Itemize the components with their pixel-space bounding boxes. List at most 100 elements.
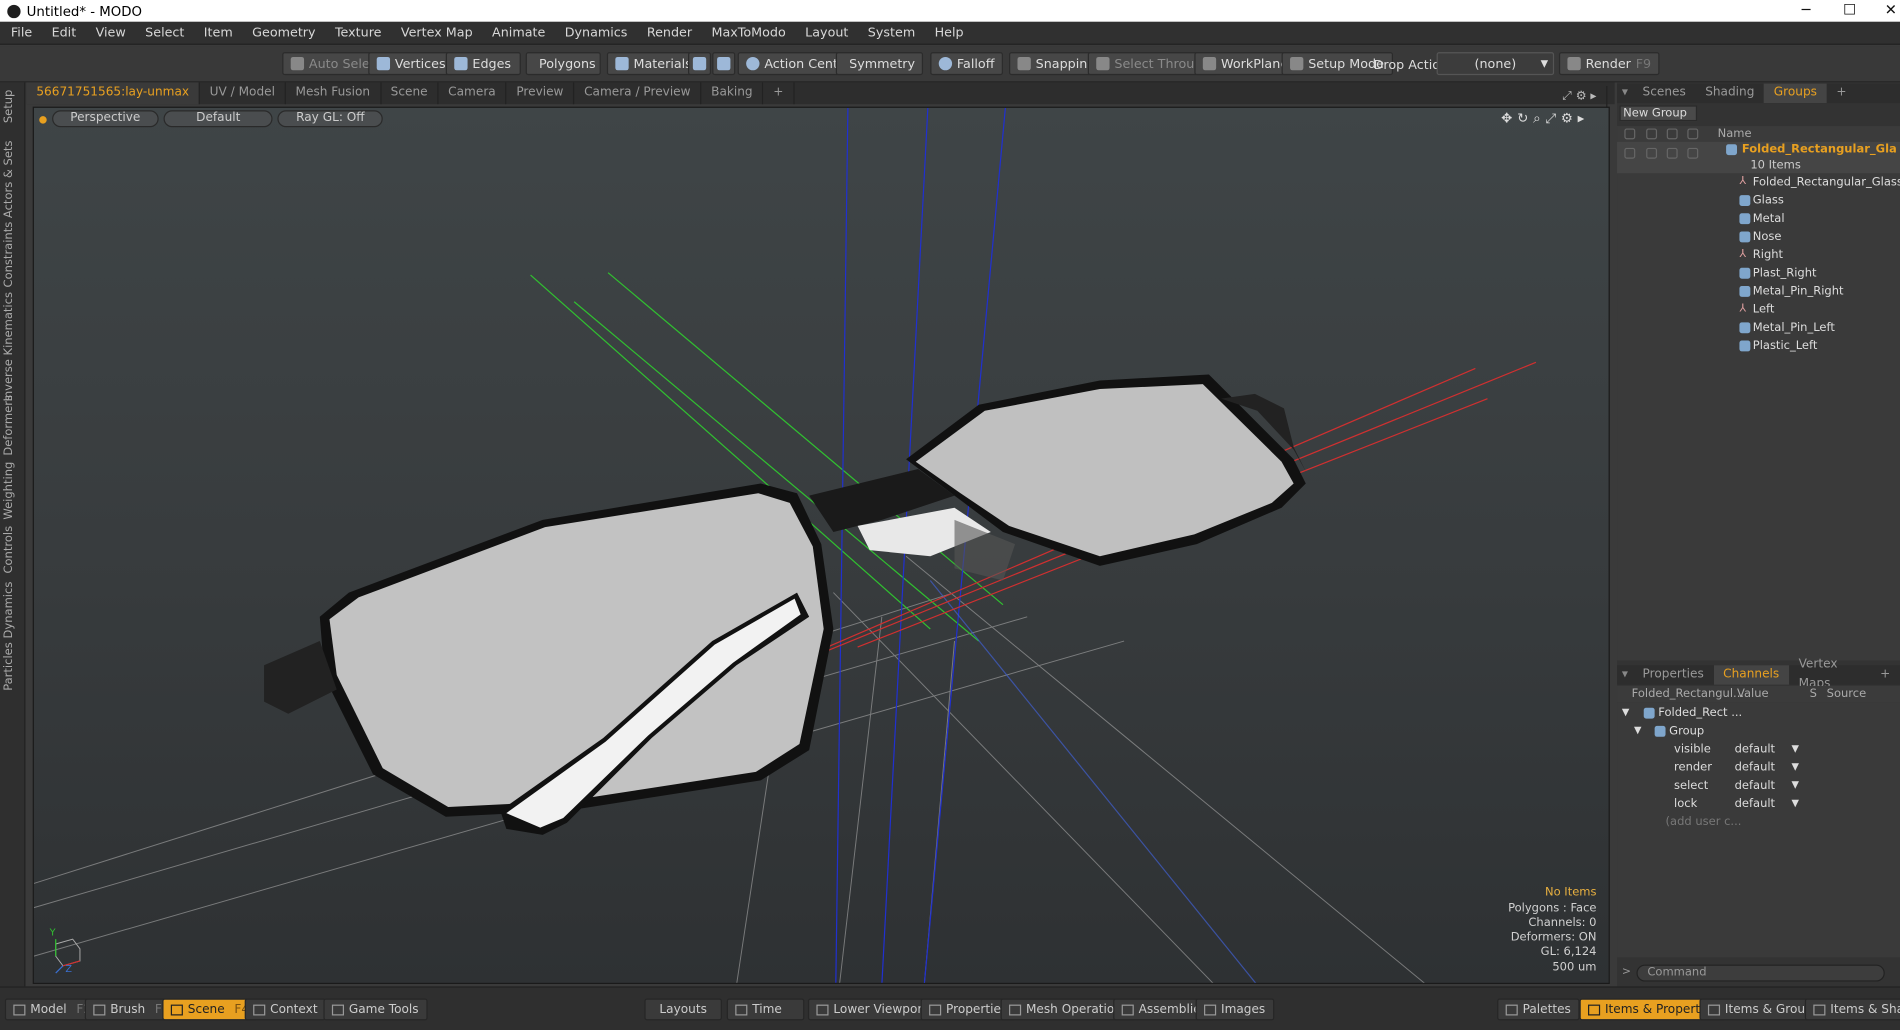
select-toggle-icon[interactable] xyxy=(1687,147,1699,159)
menu-file[interactable]: File xyxy=(0,25,41,40)
list-item[interactable]: Metal_Pin_Right xyxy=(1617,284,1900,302)
tab-preview[interactable]: Preview xyxy=(507,82,575,105)
menu-render[interactable]: Render xyxy=(636,25,701,40)
tab-uv-model[interactable]: UV / Model xyxy=(200,82,286,105)
items-shading-button[interactable]: Items & Shadin xyxy=(1804,998,1900,1021)
tab-baking[interactable]: Baking xyxy=(701,82,764,105)
render-toggle-icon[interactable] xyxy=(1646,147,1658,159)
tab-inverse-kinematics[interactable]: Inverse Kinematics xyxy=(2,292,15,401)
falloff-button[interactable]: Falloff xyxy=(930,52,1003,76)
viewport-nav-icons[interactable]: ✥↻⌕⤢⚙▸ xyxy=(1501,110,1589,127)
scene-render xyxy=(33,107,1537,983)
channel-group-row[interactable]: ▼ Group xyxy=(1617,723,1900,741)
list-item[interactable]: ⅄ Left xyxy=(1617,302,1900,320)
channel-row[interactable]: lock default ▼ xyxy=(1617,796,1900,814)
tab-weighting[interactable]: Weighting xyxy=(2,462,15,520)
materials-button[interactable]: Materials xyxy=(606,52,701,76)
add-tab-button[interactable]: + xyxy=(764,82,795,105)
tab-groups[interactable]: Groups xyxy=(1764,83,1827,104)
tab-camera[interactable]: Camera xyxy=(438,82,507,105)
add-panel-tab-button[interactable]: + xyxy=(1827,84,1857,103)
shading-default-button[interactable]: Default xyxy=(163,110,274,128)
maximize-button[interactable]: ☐ xyxy=(1831,0,1867,22)
select-mode-b-button[interactable] xyxy=(712,52,736,76)
tab-properties[interactable]: Properties xyxy=(1633,665,1714,684)
chevron-down-icon[interactable]: ▼ xyxy=(1792,797,1799,808)
game-tools-layout-button[interactable]: Game Tools xyxy=(323,998,428,1021)
list-item[interactable]: Nose xyxy=(1617,229,1900,247)
polygons-button[interactable]: Polygons xyxy=(525,52,601,76)
close-button[interactable]: ✕ xyxy=(1873,0,1900,22)
time-button[interactable]: Time xyxy=(726,998,805,1021)
menu-item[interactable]: Item xyxy=(193,25,241,40)
list-item[interactable]: ⅄ Right xyxy=(1617,247,1900,265)
list-item[interactable]: Metal xyxy=(1617,211,1900,229)
images-button[interactable]: Images xyxy=(1195,998,1274,1021)
minimize-button[interactable]: ─ xyxy=(1788,0,1824,22)
viewport-options-icon[interactable]: ⤢ ⚙ ▸ xyxy=(1552,86,1608,108)
channel-row[interactable]: select default ▼ xyxy=(1617,778,1900,796)
chevron-down-icon[interactable]: ▼ xyxy=(1792,743,1799,754)
tab-shading[interactable]: Shading xyxy=(1695,84,1764,103)
menu-vertex-map[interactable]: Vertex Map xyxy=(390,25,481,40)
palettes-button[interactable]: Palettes xyxy=(1497,998,1580,1021)
select-mode-a-button[interactable] xyxy=(688,52,712,76)
tab-controls[interactable]: Controls xyxy=(2,526,15,574)
tab-actors-sets[interactable]: Actors & Sets xyxy=(2,141,15,218)
list-item[interactable]: Metal_Pin_Left xyxy=(1617,320,1900,338)
list-item[interactable]: Plast_Right xyxy=(1617,265,1900,283)
visibility-toggle-icon[interactable] xyxy=(1624,147,1636,159)
menu-edit[interactable]: Edit xyxy=(41,25,85,40)
menu-layout[interactable]: Layout xyxy=(794,25,857,40)
tab-setup[interactable]: Setup xyxy=(2,90,15,124)
list-item[interactable]: ⅄Folded_Rectangular_Glass ... xyxy=(1617,174,1899,192)
tab-scenes[interactable]: Scenes xyxy=(1633,84,1696,103)
tab-dynamics[interactable]: Dynamics xyxy=(2,582,15,639)
panel-menu-icon[interactable]: ▾ xyxy=(1617,84,1633,103)
3d-viewport[interactable]: ● Perspective Default Ray GL: Off ✥↻⌕⤢⚙▸… xyxy=(32,106,1610,984)
expand-arrow-icon[interactable]: ▼ xyxy=(1634,725,1641,736)
channel-row[interactable]: visible default ▼ xyxy=(1617,742,1900,760)
menu-maxtomodo[interactable]: MaxToModo xyxy=(701,25,795,40)
tab-camera-preview[interactable]: Camera / Preview xyxy=(574,82,702,105)
menu-system[interactable]: System xyxy=(857,25,924,40)
tab-constraints[interactable]: Constraints xyxy=(2,222,15,288)
add-user-channel[interactable]: (add user c... xyxy=(1617,814,1900,832)
vertices-button[interactable]: Vertices xyxy=(368,52,455,76)
tab-deformers[interactable]: Deformers xyxy=(2,395,15,456)
add-panel-tab-button[interactable]: + xyxy=(1870,665,1900,684)
context-layout-button[interactable]: Context xyxy=(244,998,327,1021)
raygl-button[interactable]: Ray GL: Off xyxy=(277,110,383,128)
drop-action-select[interactable]: (none) ▼ xyxy=(1436,52,1555,76)
edges-button[interactable]: Edges xyxy=(445,52,521,76)
menu-help[interactable]: Help xyxy=(924,25,972,40)
view-perspective-button[interactable]: Perspective xyxy=(52,110,159,128)
channel-row[interactable]: render default ▼ xyxy=(1617,760,1900,778)
tab-mesh-fusion[interactable]: Mesh Fusion xyxy=(286,82,381,105)
scene-layout-button[interactable]: Scene F4 xyxy=(162,998,258,1021)
command-input[interactable]: Command xyxy=(1636,964,1885,982)
chevron-down-icon[interactable]: ▼ xyxy=(1792,779,1799,790)
menu-view[interactable]: View xyxy=(85,25,135,40)
group-root-row[interactable]: Folded_Rectangular_Gla ... 10 Items xyxy=(1617,141,1900,174)
panel-menu-icon[interactable]: ▾ xyxy=(1617,665,1633,684)
list-item[interactable]: Plastic_Left xyxy=(1617,338,1900,356)
channel-root-row[interactable]: ▼ Folded_Rect ... xyxy=(1617,705,1900,723)
layouts-button[interactable]: Layouts xyxy=(644,998,722,1021)
menu-texture[interactable]: Texture xyxy=(324,25,390,40)
render-button[interactable]: Render F9 xyxy=(1558,52,1660,76)
tab-layout-main[interactable]: 56671751565:lay-unmax xyxy=(26,82,200,105)
new-group-button[interactable]: New Group xyxy=(1619,105,1698,122)
lock-toggle-icon[interactable] xyxy=(1666,147,1678,159)
menu-animate[interactable]: Animate xyxy=(481,25,554,40)
symmetry-button[interactable]: Symmetry xyxy=(835,52,924,76)
menu-dynamics[interactable]: Dynamics xyxy=(554,25,636,40)
menu-geometry[interactable]: Geometry xyxy=(241,25,324,40)
tab-channels[interactable]: Channels xyxy=(1713,665,1789,685)
tab-particles[interactable]: Particles xyxy=(2,642,15,691)
list-item[interactable]: Glass xyxy=(1617,193,1900,211)
menu-select[interactable]: Select xyxy=(134,25,193,40)
tab-scene[interactable]: Scene xyxy=(381,82,439,105)
expand-arrow-icon[interactable]: ▼ xyxy=(1622,706,1629,717)
chevron-down-icon[interactable]: ▼ xyxy=(1792,761,1799,772)
